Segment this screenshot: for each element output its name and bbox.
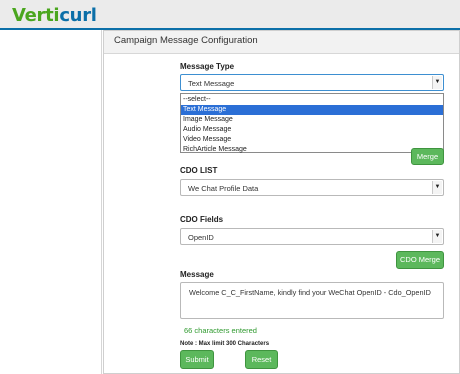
dropdown-option[interactable]: Video Message: [181, 135, 443, 145]
chevron-down-icon[interactable]: ▼: [432, 230, 442, 243]
page-title: Campaign Message Configuration: [114, 35, 258, 46]
chevron-down-icon[interactable]: ▼: [432, 181, 442, 194]
top-bar: Verticurl: [0, 0, 460, 30]
dropdown-option[interactable]: --select--: [181, 95, 443, 105]
message-type-select[interactable]: Text Message ▼: [180, 74, 444, 91]
message-type-selected-value: Text Message: [188, 79, 235, 88]
reset-button[interactable]: Reset: [245, 350, 278, 369]
message-textarea[interactable]: Welcome C_C_FirstName, kindly find your …: [180, 282, 444, 319]
cdo-list-label: CDO LIST: [180, 166, 218, 175]
message-type-dropdown-list[interactable]: --select-- Text Message Image Message Au…: [180, 93, 444, 153]
chevron-down-icon[interactable]: ▼: [432, 76, 442, 89]
cdo-list-select[interactable]: We Chat Profile Data ▼: [180, 179, 444, 196]
panel-header: Campaign Message Configuration: [104, 31, 459, 54]
logo-text-verti: Verti: [12, 5, 60, 26]
message-type-label: Message Type: [180, 62, 235, 71]
character-counter: 66 characters entered: [184, 326, 257, 335]
cdo-merge-button[interactable]: CDO Merge: [396, 251, 444, 269]
cdo-fields-selected-value: OpenID: [188, 233, 214, 242]
cdo-fields-label: CDO Fields: [180, 215, 224, 224]
message-label: Message: [180, 270, 214, 279]
logo-text-curl: curl: [59, 5, 97, 26]
left-sidebar: [0, 30, 102, 374]
cdo-list-selected-value: We Chat Profile Data: [188, 184, 259, 193]
submit-button[interactable]: Submit: [180, 350, 214, 369]
dropdown-option[interactable]: Image Message: [181, 115, 443, 125]
dropdown-option[interactable]: RichArticle Message: [181, 145, 443, 155]
cdo-fields-select[interactable]: OpenID ▼: [180, 228, 444, 245]
dropdown-option-highlighted[interactable]: Text Message: [181, 105, 443, 115]
dropdown-option[interactable]: Audio Message: [181, 125, 443, 135]
message-text: Welcome C_C_FirstName, kindly find your …: [189, 288, 431, 297]
merge-button[interactable]: Merge: [411, 148, 444, 165]
max-limit-note: Note : Max limit 300 Characters: [180, 341, 270, 347]
app-logo[interactable]: Verticurl: [12, 5, 97, 26]
